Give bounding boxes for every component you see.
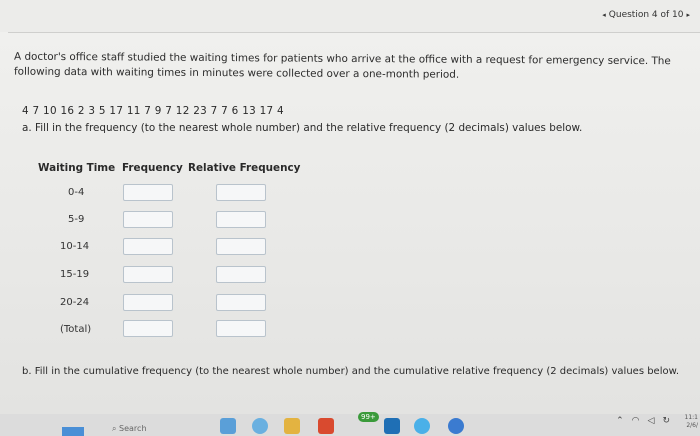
windows-start-icon[interactable] (62, 427, 84, 436)
header-waiting-time: Waiting Time (38, 162, 116, 174)
frequency-input[interactable] (123, 266, 173, 283)
browser-icon[interactable] (448, 418, 464, 434)
question-navigator: ◂ Question 4 of 10 ▸ (602, 10, 690, 20)
edge-icon[interactable] (252, 418, 268, 434)
system-tray: ⌃ ◠ ◁ ↻ (616, 416, 670, 426)
wifi-icon[interactable]: ◠ (632, 416, 640, 426)
screen: ◂ Question 4 of 10 ▸ A doctor's office s… (0, 0, 700, 436)
row-label: 0-4 (68, 187, 85, 198)
next-question-icon[interactable]: ▸ (686, 11, 690, 19)
data-values: 4 7 10 16 2 3 5 17 11 7 9 7 12 23 7 7 6 … (22, 105, 284, 117)
app-circle-icon[interactable] (414, 418, 430, 434)
relative-frequency-input[interactable] (216, 184, 266, 201)
header-divider (8, 32, 700, 33)
clock[interactable]: 11:1 2/6/ (685, 414, 698, 430)
relative-frequency-input[interactable] (216, 211, 266, 228)
app-l-icon[interactable] (384, 418, 400, 434)
clock-time: 11:1 (684, 414, 698, 421)
header-frequency: Frequency (122, 162, 183, 174)
taskbar-search[interactable]: ⌕ Search (112, 424, 147, 434)
taskbar: ⌕ Search 99+ ⌃ ◠ ◁ ↻ 11:1 2/6/ (0, 412, 700, 436)
frequency-input[interactable] (123, 184, 173, 201)
search-label: Search (119, 424, 147, 433)
part-b-instructions: b. Fill in the cumulative frequency (to … (22, 366, 680, 377)
sync-icon[interactable]: ↻ (662, 416, 670, 426)
relative-frequency-input[interactable] (216, 238, 266, 255)
clock-date: 2/6/ (686, 422, 698, 429)
row-label: 5-9 (68, 214, 85, 225)
frequency-input[interactable] (123, 238, 173, 255)
question-counter: Question 4 of 10 (608, 10, 684, 20)
frequency-input[interactable] (123, 294, 173, 311)
header-relative-frequency: Relative Frequency (188, 162, 301, 174)
question-header: ◂ Question 4 of 10 ▸ (0, 0, 700, 32)
relative-frequency-input[interactable] (216, 320, 266, 337)
relative-frequency-input[interactable] (216, 266, 266, 283)
notification-badge: 99+ (358, 412, 379, 422)
file-explorer-icon[interactable] (284, 418, 300, 434)
speaker-icon[interactable]: ◁ (648, 416, 655, 426)
row-label: 20-24 (60, 297, 90, 308)
frequency-input[interactable] (123, 320, 173, 337)
office-icon[interactable] (318, 418, 334, 434)
chevron-up-icon[interactable]: ⌃ (616, 416, 624, 426)
app-icon[interactable] (220, 418, 236, 434)
frequency-input[interactable] (123, 211, 173, 228)
relative-frequency-input[interactable] (216, 294, 266, 311)
previous-question-icon[interactable]: ◂ (602, 11, 606, 19)
search-icon: ⌕ (112, 424, 117, 433)
part-a-instructions: a. Fill in the frequency (to the nearest… (22, 122, 583, 134)
row-label: (Total) (60, 324, 92, 335)
row-label: 10-14 (60, 241, 90, 252)
question-prompt: A doctor's office staff studied the wait… (13, 50, 671, 81)
row-label: 15-19 (60, 269, 90, 280)
